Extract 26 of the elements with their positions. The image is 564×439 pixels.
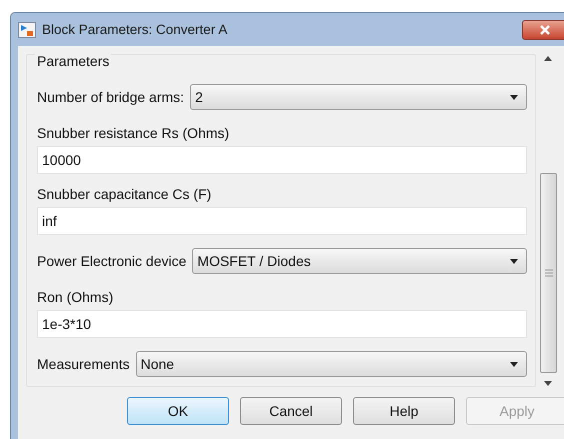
- dialog-button[interactable]: Help: [353, 397, 455, 425]
- scroll-up-icon[interactable]: [544, 56, 552, 61]
- block-icon: [18, 22, 36, 38]
- close-icon: [539, 24, 551, 34]
- caret-icon: [510, 94, 518, 100]
- caret-icon: [510, 258, 518, 264]
- field-label: Snubber capacitance Cs (F): [37, 185, 212, 204]
- dialog-button[interactable]: OK: [127, 397, 229, 425]
- field-label: Number of bridge arms:: [37, 89, 184, 105]
- field-label: Power Electronic device: [37, 253, 186, 269]
- input-field[interactable]: 10000: [37, 146, 527, 174]
- scrollbar-thumb[interactable]: [540, 173, 557, 373]
- close-button[interactable]: [522, 20, 564, 40]
- dialog-button[interactable]: Cancel: [240, 397, 342, 425]
- input-field[interactable]: inf: [37, 207, 527, 235]
- input-field[interactable]: 1e-3*10: [37, 310, 527, 338]
- dropdown[interactable]: MOSFET / Diodes: [192, 248, 527, 274]
- field-label: Ron (Ohms): [37, 288, 114, 307]
- window-title: Block Parameters: Converter A: [42, 22, 228, 37]
- field-label: Snubber resistance Rs (Ohms): [37, 124, 230, 143]
- group-title: Parameters: [35, 53, 112, 69]
- field-label: Measurements: [37, 356, 130, 372]
- dropdown[interactable]: None: [136, 351, 527, 377]
- dropdown[interactable]: 2: [190, 84, 527, 110]
- caret-icon: [510, 362, 518, 366]
- scroll-down-icon[interactable]: [544, 381, 552, 386]
